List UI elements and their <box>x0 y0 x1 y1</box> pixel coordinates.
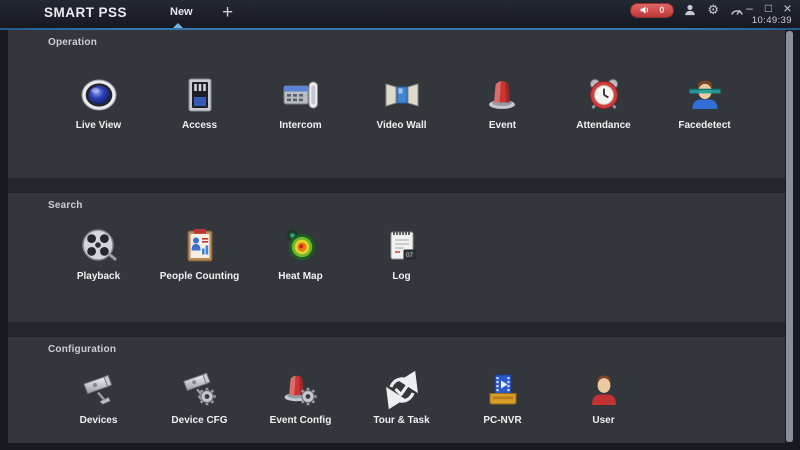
item-intercom[interactable]: Intercom <box>250 74 351 131</box>
item-access[interactable]: Access <box>149 74 250 131</box>
access-icon <box>180 74 220 116</box>
maximize-icon[interactable]: □ <box>762 1 775 15</box>
item-label: Attendance <box>576 120 630 131</box>
heat-map-icon <box>281 225 321 267</box>
item-video-wall[interactable]: Video Wall <box>351 74 452 131</box>
event-config-icon <box>281 369 321 411</box>
item-facedetect[interactable]: Facedetect <box>654 74 755 131</box>
item-label: Device CFG <box>171 415 227 426</box>
item-user[interactable]: User <box>553 369 654 426</box>
item-label: Log <box>392 271 410 282</box>
alarm-sound-toggle[interactable]: 0 <box>631 4 673 17</box>
item-label: Heat Map <box>278 271 322 282</box>
item-label: Event <box>489 120 516 131</box>
section-label: Search <box>48 200 785 211</box>
item-label: Devices <box>80 415 118 426</box>
svg-text:07: 07 <box>406 253 413 259</box>
section-operation: Operation Live View Access Intercom Video Wa… <box>8 30 785 178</box>
item-playback[interactable]: Playback <box>48 225 149 282</box>
user-icon <box>584 369 624 411</box>
app-logo: SMART PSS <box>44 5 127 20</box>
item-pc-nvr[interactable]: PC-NVR <box>452 369 553 426</box>
facedetect-icon <box>685 74 725 116</box>
item-label: Intercom <box>279 120 321 131</box>
item-log[interactable]: 07 Log <box>351 225 452 282</box>
section-configuration: Configuration Devices Device CFG Event Conf… <box>8 337 785 443</box>
item-label: Video Wall <box>376 120 426 131</box>
device-cfg-icon <box>180 369 220 411</box>
log-icon: 07 <box>382 225 422 267</box>
item-people-counting[interactable]: People Counting <box>149 225 250 282</box>
close-icon[interactable]: × <box>781 1 794 15</box>
item-label: People Counting <box>160 271 239 282</box>
attendance-icon <box>584 74 624 116</box>
section-label: Operation <box>48 37 785 48</box>
pc-nvr-icon <box>483 369 523 411</box>
item-label: Access <box>182 120 217 131</box>
vertical-scrollbar[interactable] <box>786 31 793 442</box>
devices-icon <box>79 369 119 411</box>
live-view-icon <box>79 74 119 116</box>
intercom-icon <box>281 74 321 116</box>
add-tab-button[interactable]: + <box>222 0 233 26</box>
speaker-icon <box>640 5 651 15</box>
logo-smart: SMART <box>44 5 95 20</box>
item-label: User <box>592 415 614 426</box>
event-icon <box>483 74 523 116</box>
titlebar: SMART PSS New + 0 ⚙ – □ × 10:49:39 <box>0 0 800 28</box>
playback-icon <box>79 225 119 267</box>
performance-gauge-icon[interactable] <box>730 5 744 16</box>
item-event[interactable]: Event <box>452 74 553 131</box>
item-label: Playback <box>77 271 120 282</box>
item-label: PC-NVR <box>483 415 521 426</box>
alarm-count-badge: 0 <box>659 5 664 15</box>
item-live-view[interactable]: Live View <box>48 74 149 131</box>
settings-gear-icon[interactable]: ⚙ <box>707 3 719 17</box>
people-counting-icon <box>180 225 220 267</box>
item-attendance[interactable]: Attendance <box>553 74 654 131</box>
section-search: Search Playback People Counting Heat Map 07 L… <box>8 193 785 322</box>
item-label: Live View <box>76 120 121 131</box>
video-wall-icon <box>382 74 422 116</box>
home-panel: Operation Live View Access Intercom Video Wa… <box>8 30 785 443</box>
item-tour-task[interactable]: Tour & Task <box>351 369 452 426</box>
item-heat-map[interactable]: Heat Map <box>250 225 351 282</box>
item-device-cfg[interactable]: Device CFG <box>149 369 250 426</box>
section-items-row: Devices Device CFG Event Config Tour & Task… <box>48 369 785 426</box>
logo-pss: PSS <box>99 5 128 20</box>
minimize-icon[interactable]: – <box>743 1 756 15</box>
section-items-row: Playback People Counting Heat Map 07 Log <box>48 225 785 282</box>
section-label: Configuration <box>48 344 785 355</box>
clock-time: 10:49:39 <box>752 15 792 26</box>
item-devices[interactable]: Devices <box>48 369 149 426</box>
tour-task-icon <box>382 369 422 411</box>
window-controls: – □ × <box>743 1 794 15</box>
scrollbar-thumb[interactable] <box>786 31 793 442</box>
section-items-row: Live View Access Intercom Video Wall Event At… <box>48 74 785 131</box>
item-label: Facedetect <box>678 120 730 131</box>
item-label: Tour & Task <box>373 415 429 426</box>
smartpss-window: SMART PSS New + 0 ⚙ – □ × 10:49:39 <box>0 0 800 450</box>
item-event-config[interactable]: Event Config <box>250 369 351 426</box>
tab-new[interactable]: New <box>165 6 198 18</box>
item-label: Event Config <box>270 415 332 426</box>
user-account-icon[interactable] <box>684 4 696 16</box>
titlebar-tools: 0 ⚙ <box>631 3 744 17</box>
